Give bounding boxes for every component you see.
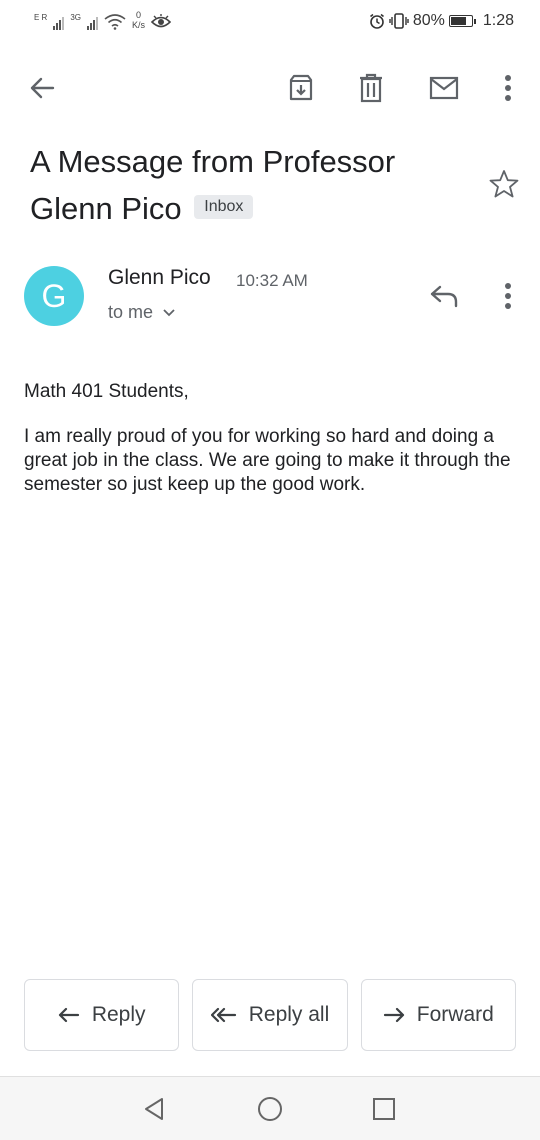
battery-percent: 80% [412,12,445,29]
wifi-icon [104,14,126,30]
net-speed-value: 0 [136,10,142,20]
sender-name: Glenn Pico [108,266,211,289]
recipient-line: to me [108,302,154,322]
reply-all-label: Reply all [248,1003,330,1026]
delete-icon [360,73,382,103]
reply-icon [430,285,458,308]
back-arrow-icon [30,77,55,99]
reply-icon-button[interactable] [424,276,464,316]
recents-square-icon [373,1098,395,1120]
reply-all-icon [210,1007,236,1023]
forward-button[interactable]: Forward [360,979,516,1051]
email-body: Math 401 Students, I am really proud of … [24,380,524,518]
more-vert-icon [505,75,511,101]
chevron-down-icon [163,308,175,316]
more-options-button[interactable] [488,66,528,110]
battery-level [450,17,466,25]
status-bar: E R 3G 0 K/s 80% 1:28 [0,0,540,44]
mail-icon [429,76,459,100]
nav-recents-button[interactable] [364,1089,404,1129]
back-triangle-icon [145,1098,163,1120]
alarm-icon [369,13,384,29]
reply-icon [58,1007,79,1023]
signal-icon-2 [87,16,99,30]
action-buttons: Reply Reply all Forward [24,979,516,1051]
archive-icon [289,74,313,101]
back-button[interactable] [20,66,64,110]
network-3g-label: 3G [70,13,82,22]
more-vert-icon [505,283,511,309]
network-type-label: E R [34,13,48,22]
nav-home-button[interactable] [250,1089,290,1129]
battery-icon [448,15,476,27]
archive-button[interactable] [279,66,323,110]
inbox-label-chip[interactable]: Inbox [194,194,254,219]
reply-all-button[interactable]: Reply all [192,979,348,1051]
email-time: 10:32 AM [236,271,308,290]
sender-avatar[interactable]: G [24,266,84,326]
message-more-button[interactable] [490,276,526,316]
reply-label: Reply [91,1003,146,1026]
delete-button[interactable] [349,66,393,110]
mark-unread-button[interactable] [422,66,466,110]
nav-back-button[interactable] [134,1089,174,1129]
signal-icon [53,16,65,30]
body-greeting: Math 401 Students, [24,381,189,402]
status-left: E R 3G 0 K/s [34,10,172,30]
reply-button[interactable]: Reply [24,979,180,1051]
recipient-details-toggle[interactable]: to me [108,302,175,323]
clock: 1:28 [482,12,514,29]
forward-icon [383,1007,404,1023]
status-right: 80% 1:28 [369,12,514,30]
eye-icon [151,14,172,28]
vibrate-icon [389,13,409,29]
forward-label: Forward [416,1003,494,1026]
star-icon [489,170,519,198]
avatar-letter: G [41,277,67,314]
email-subject: A Message from Professor Glenn Pico Inbo… [30,138,470,232]
star-button[interactable] [484,164,524,204]
home-circle-icon [258,1097,282,1121]
net-speed: 0 K/s [132,10,145,30]
body-paragraph: I am really proud of you for working so … [24,426,511,495]
system-nav-bar [0,1076,540,1140]
net-speed-unit: K/s [132,20,146,30]
